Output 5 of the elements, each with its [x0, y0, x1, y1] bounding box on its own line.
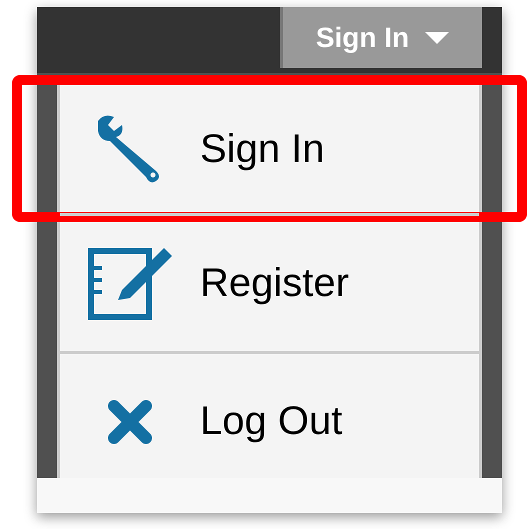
- notepad-pen-icon: [88, 248, 172, 320]
- close-icon: [107, 398, 153, 444]
- menu-item[interactable]: Sign In: [60, 85, 479, 213]
- caret-icon: [425, 32, 450, 44]
- menu-item[interactable]: Register: [60, 213, 479, 351]
